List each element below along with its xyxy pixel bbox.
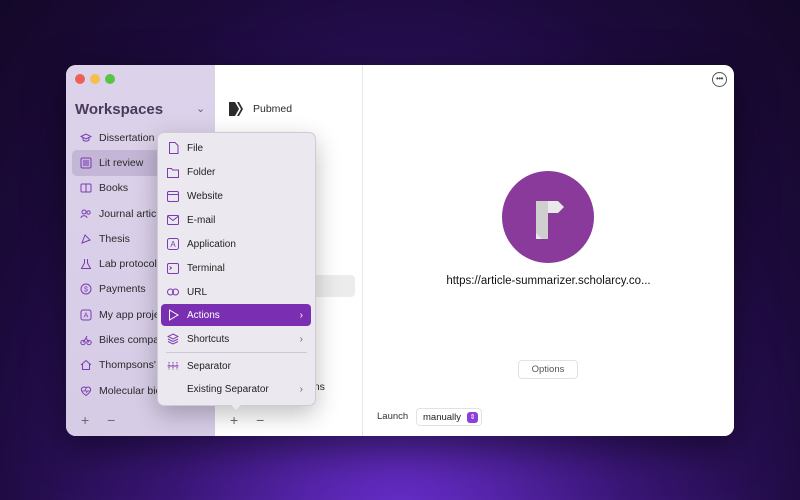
graduation-cap-icon (80, 132, 92, 144)
folder-icon (167, 166, 179, 178)
svg-text:$: $ (84, 287, 88, 294)
workspace-label: Books (99, 182, 129, 195)
menu-item-label: Shortcuts (187, 333, 230, 345)
chevron-right-icon: › (299, 309, 303, 321)
email-icon (167, 214, 179, 226)
chevron-right-icon: › (299, 333, 303, 345)
menu-item-label: Actions (187, 309, 220, 321)
menu-item-application[interactable]: A Application (161, 233, 311, 255)
remove-item-button[interactable]: − (256, 412, 264, 428)
menu-divider (166, 352, 307, 353)
pubmed-icon (229, 102, 245, 116)
menu-item-label: Separator (187, 360, 231, 372)
menu-item-separator[interactable]: Separator (161, 355, 311, 377)
updown-chevron-icon: ⇕ (467, 411, 479, 423)
list-icon (80, 157, 92, 169)
workspace-label: Payments (99, 283, 146, 296)
menu-pointer (230, 404, 242, 410)
sidebar-footer: + − (81, 412, 129, 428)
menu-item-label: URL (187, 286, 208, 298)
books-icon (80, 182, 92, 194)
people-icon (80, 208, 92, 220)
items-footer: + − (230, 412, 278, 428)
menu-item-label: Application (187, 238, 236, 250)
chevron-right-icon: › (299, 383, 303, 395)
menu-item-existing-separator[interactable]: Existing Separator › (161, 378, 311, 400)
workspace-label: Dissertation (99, 131, 155, 144)
menu-item-label: Terminal (187, 262, 225, 274)
chevron-down-icon[interactable]: ⌄ (196, 102, 205, 115)
close-window-button[interactable] (75, 74, 85, 84)
workspace-label: Thesis (99, 232, 130, 245)
workspace-label: Lit review (99, 156, 144, 169)
terminal-icon (167, 262, 179, 274)
more-options-icon[interactable]: ••• (712, 72, 727, 87)
menu-item-folder[interactable]: Folder (161, 161, 311, 183)
svg-text:A: A (170, 240, 176, 249)
add-workspace-button[interactable]: + (81, 412, 89, 428)
launch-value: manually (423, 411, 462, 423)
launch-select[interactable]: manually ⇕ (416, 408, 483, 426)
remove-workspace-button[interactable]: − (107, 412, 115, 428)
website-icon (167, 190, 179, 202)
list-item-pubmed[interactable]: Pubmed (229, 102, 292, 116)
menu-item-terminal[interactable]: Terminal (161, 257, 311, 279)
app-icon: A (80, 309, 92, 321)
heart-pulse-icon (80, 385, 92, 397)
play-icon (167, 309, 179, 321)
svg-text:A: A (84, 312, 89, 319)
menu-item-label: Folder (187, 166, 216, 178)
shortcuts-icon (167, 333, 179, 345)
file-icon (167, 142, 179, 154)
link-icon (167, 286, 179, 298)
menu-item-label: File (187, 142, 204, 154)
application-icon: A (167, 238, 179, 250)
launch-label: Launch (377, 411, 409, 422)
menu-item-label: Website (187, 190, 223, 202)
blank-icon (167, 383, 179, 395)
menu-item-url[interactable]: URL (161, 281, 311, 303)
detail-pane: ••• https://article-summarizer.scholarcy… (363, 65, 734, 436)
menu-item-label: E-mail (187, 214, 216, 226)
house-icon (80, 359, 92, 371)
menu-item-website[interactable]: Website (161, 185, 311, 207)
menu-item-label: Existing Separator (187, 383, 269, 395)
minimize-window-button[interactable] (90, 74, 100, 84)
menu-item-shortcuts[interactable]: Shortcuts › (161, 328, 311, 350)
dollar-icon: $ (80, 283, 92, 295)
list-item-label: Pubmed (253, 103, 293, 115)
bike-icon (80, 334, 92, 346)
thesis-icon (80, 233, 92, 245)
separator-icon (167, 360, 179, 372)
workspaces-title: Workspaces (75, 101, 164, 118)
app-logo (502, 171, 594, 263)
add-item-menu: File Folder Website E-mail A Application… (157, 132, 316, 410)
flask-icon (80, 258, 92, 270)
menu-item-file[interactable]: File (161, 137, 311, 159)
menu-item-actions[interactable]: Actions › (161, 304, 311, 326)
options-button[interactable]: Options (518, 360, 578, 379)
url-label: https://article-summarizer.scholarcy.co.… (446, 275, 651, 287)
workspace-label: Lab protocols (99, 258, 163, 271)
menu-item-email[interactable]: E-mail (161, 209, 311, 231)
zoom-window-button[interactable] (105, 74, 115, 84)
add-item-button[interactable]: + (230, 412, 238, 428)
